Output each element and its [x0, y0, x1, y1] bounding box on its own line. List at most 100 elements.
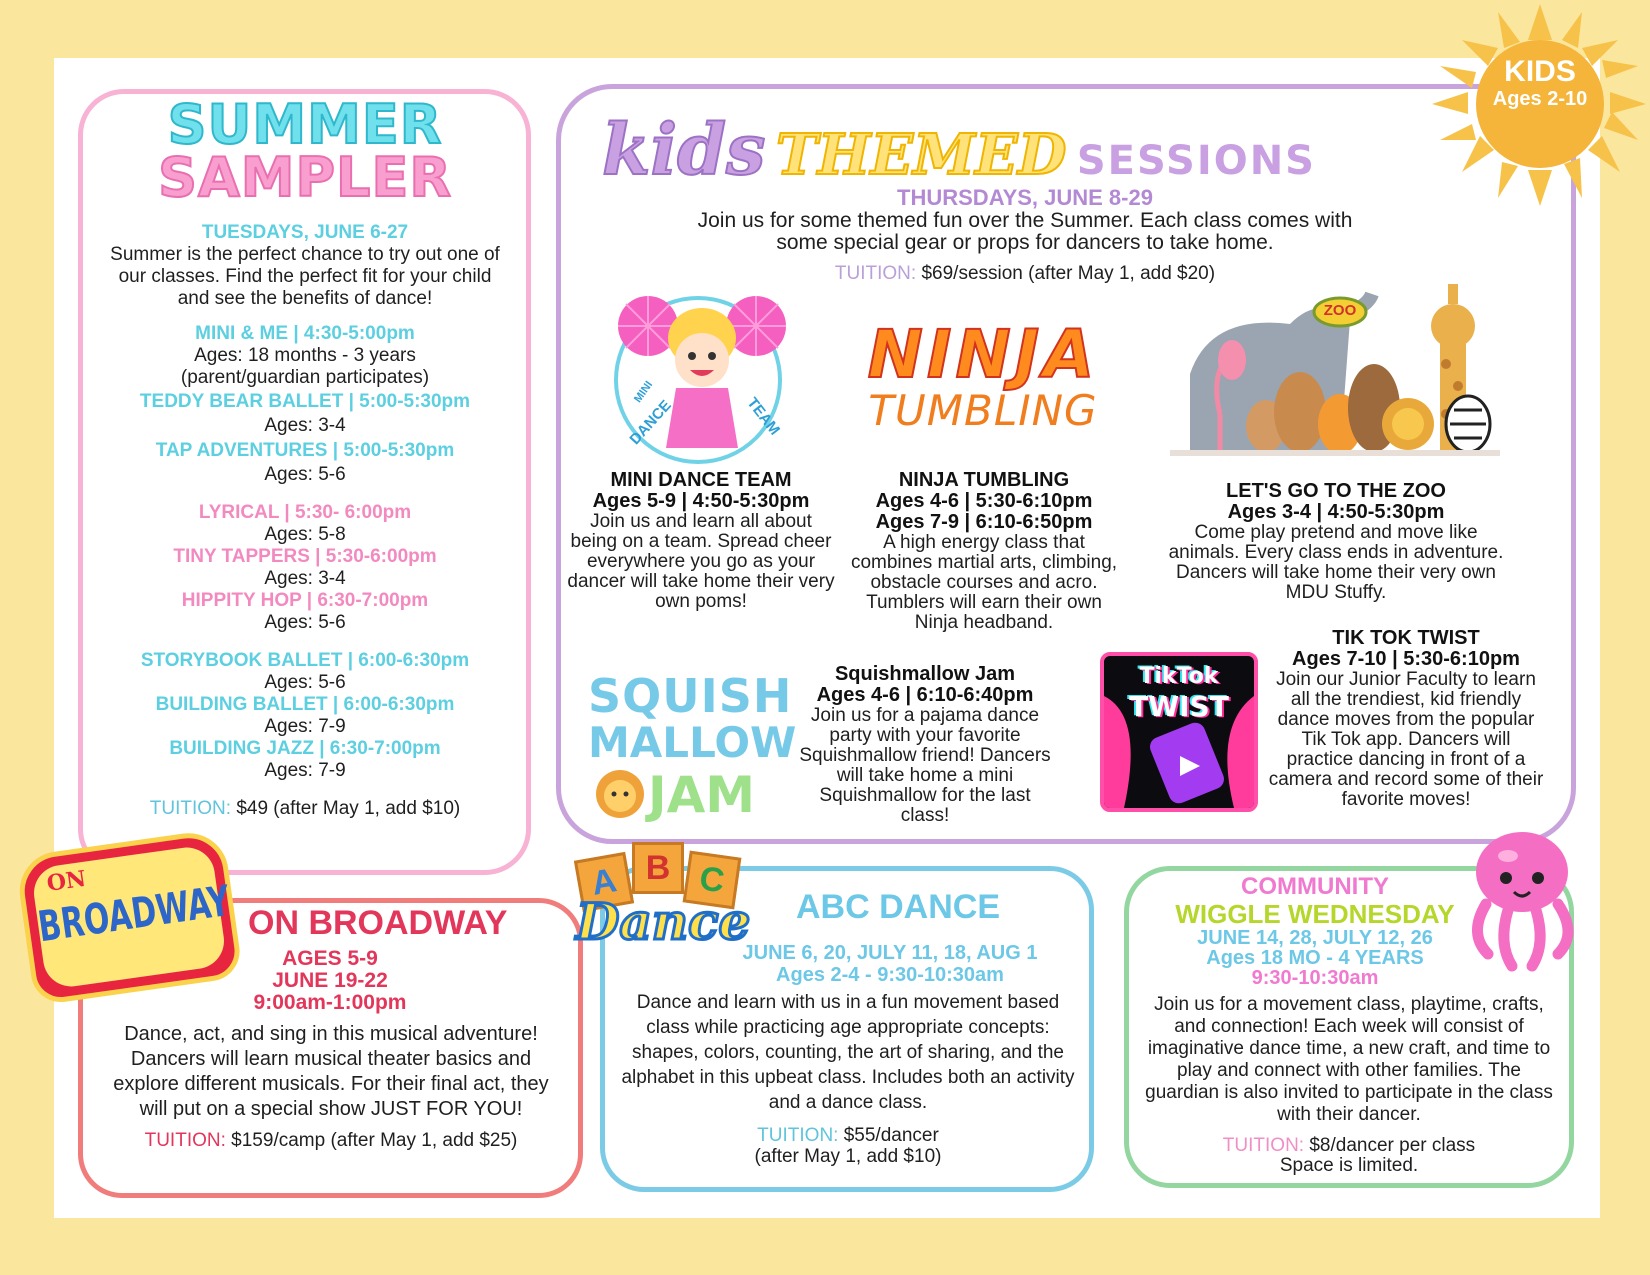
squish-logo-text: SQUISH [588, 669, 793, 723]
summer-title: SUMMER [167, 93, 443, 156]
themed-intro-line1: Join us for some themed fun over the Sum… [697, 209, 1353, 232]
wiggle-heading: COMMUNITY WIGGLE WEDNESDAY JUNE 14, 28, … [1150, 873, 1480, 989]
tiktok-logo-text: TikTok [1139, 664, 1219, 689]
ninja-tumbling-time-1: Ages 4-6 | 5:30-6:10pm [875, 490, 1093, 512]
themed-intro-line2: some special gear or props for dancers t… [776, 231, 1274, 254]
mallow-logo-text: MALLOW [588, 718, 797, 767]
sampler-title: SAMPLER [157, 146, 452, 209]
squishmallow-jam-time: Ages 4-6 | 6:10-6:40pm [816, 684, 1034, 706]
class-ages: Ages: 7-9 [264, 716, 346, 737]
class-mini-and-me: MINI & ME | 4:30-5:00pm [195, 323, 415, 344]
broadway-body: Dance, act, and sing in this musical adv… [96, 1022, 566, 1152]
sessions-title: SESSIONS [1076, 138, 1316, 184]
squishmallow-jam-info: Squishmallow Jam Ages 4-6 | 6:10-6:40pm … [798, 664, 1052, 826]
themed-date: THURSDAYS, JUNE 8-29 [897, 185, 1153, 210]
tiktok-twist-desc: Join our Junior Faculty to learn all the… [1268, 669, 1544, 810]
class-hippity-hop: HIPPITY HOP | 6:30-7:00pm [181, 590, 429, 611]
ninja-tumbling-logo: NINJA TUMBLING [828, 316, 1138, 448]
sun-badge-text: KIDS Ages 2-10 [1476, 55, 1604, 111]
ninja-tumbling-title: NINJA TUMBLING [898, 469, 1070, 491]
zoo-animals-illustration: ZOO [1150, 274, 1510, 464]
tiktok-twist-logo: TikTok TWIST [1100, 652, 1258, 812]
ages-label: Ages 2-10 [1492, 88, 1588, 110]
abc-dance-tuition-note: (after May 1, add $10) [754, 1146, 942, 1167]
sampler-date: TUESDAYS, JUNE 6-27 [201, 222, 409, 243]
broadway-details: AGES 5-9 JUNE 19-22 9:00am-1:00pm [230, 948, 430, 1014]
wiggle-ages: Ages 18 MO - 4 YEARS [1206, 947, 1424, 969]
class-tiny-tappers: TINY TAPPERS | 5:30-6:00pm [173, 546, 437, 567]
class-note: (parent/guardian participates) [180, 367, 430, 388]
zoo-time: Ages 3-4 | 4:50-5:30pm [1227, 501, 1445, 523]
mini-dance-team-desc: Join us and learn all about being on a t… [567, 511, 835, 612]
abc-dance-desc: Dance and learn with us in a fun movemen… [621, 992, 1075, 1113]
class-ages: Ages: 18 months - 3 years [194, 345, 416, 366]
zoo-sign: ZOO [1323, 302, 1357, 319]
broadway-ages: AGES 5-9 [282, 947, 378, 970]
abc-dance-body: Dance and learn with us in a fun movemen… [620, 990, 1076, 1167]
zoo-desc: Come play pretend and move like animals.… [1168, 522, 1504, 603]
themed-heading: kids THEMED SESSIONS [601, 107, 1316, 192]
sampler-intro: Summer is the perfect chance to try out … [110, 244, 500, 309]
squishmallow-jam-desc: Join us for a pajama dance party with yo… [799, 705, 1051, 826]
abc-dance-dates: JUNE 6, 20, JULY 11, 18, AUG 1 [742, 942, 1038, 964]
zoo-title: LET'S GO TO THE ZOO [1226, 480, 1446, 502]
mini-dance-team-time: Ages 5-9 | 4:50-5:30pm [592, 490, 810, 512]
block-b: B [632, 842, 684, 894]
ninja-tumbling-info: NINJA TUMBLING Ages 4-6 | 5:30-6:10pm Ag… [846, 470, 1122, 633]
tumbling-logo-text: TUMBLING [868, 386, 1098, 435]
kids-label: KIDS [1504, 55, 1576, 88]
wiggle-time: 9:30-10:30am [1251, 967, 1379, 989]
abc-dance-schedule: JUNE 6, 20, JULY 11, 18, AUG 1 Ages 2-4 … [700, 942, 1080, 986]
class-ages: Ages: 5-8 [264, 524, 346, 545]
broadway-time: 9:00am-1:00pm [253, 991, 407, 1014]
themed-title: THEMED [775, 121, 1067, 189]
ninja-tumbling-desc: A high energy class that combines martia… [850, 532, 1118, 633]
jam-logo-text: JAM [648, 766, 756, 824]
broadway-desc: Dance, act, and sing in this musical adv… [113, 1023, 549, 1120]
abc-dance-tuition: TUITION: $55/dancer [757, 1125, 939, 1146]
class-lyrical: LYRICAL | 5:30- 6:00pm [198, 502, 412, 523]
class-storybook-ballet: STORYBOOK BALLET | 6:00-6:30pm [140, 650, 470, 671]
class-teddy-bear-ballet: TEDDY BEAR BALLET | 5:00-5:30pm [139, 391, 471, 412]
class-ages: Ages: 5-6 [264, 612, 346, 633]
wiggle-dates: JUNE 14, 28, JULY 12, 26 [1197, 927, 1433, 949]
class-tap-adventures: TAP ADVENTURES | 5:00-5:30pm [155, 440, 455, 461]
jellyfish-illustration [1462, 826, 1582, 976]
twist-logo-text: TWIST [1129, 690, 1229, 723]
wiggle-tuition: TUITION: $8/dancer per class [1222, 1135, 1476, 1156]
class-building-jazz: BUILDING JAZZ | 6:30-7:00pm [169, 738, 441, 759]
sampler-tuition: TUITION: $49 (after May 1, add $10) [149, 798, 461, 819]
class-ages: Ages: 3-4 [264, 568, 346, 589]
broadway-title: ON BROADWAY [248, 904, 508, 942]
community-title: COMMUNITY [1241, 873, 1389, 900]
tiktok-twist-info: TIK TOK TWIST Ages 7-10 | 5:30-6:10pm Jo… [1266, 628, 1546, 810]
mini-dance-team-logo: MINI DANCE TEAM [606, 288, 796, 468]
wiggle-tuition-note: Space is limited. [1279, 1155, 1419, 1176]
squishmallow-jam-logo: SQUISH MALLOW JAM [588, 669, 797, 824]
sun-badge: KIDS Ages 2-10 [1422, 0, 1650, 210]
class-ages: Ages: 5-6 [264, 464, 346, 485]
themed-intro: THURSDAYS, JUNE 8-29 Join us for some th… [590, 186, 1460, 285]
broadway-dates: JUNE 19-22 [272, 969, 388, 992]
abc-dance-title: ABC DANCE [796, 888, 1000, 926]
wiggle-desc: Join us for a movement class, playtime, … [1145, 994, 1553, 1125]
class-ages: Ages: 7-9 [264, 760, 346, 781]
squishmallow-jam-title: Squishmallow Jam [834, 663, 1016, 685]
class-ages: Ages: 5-6 [264, 672, 346, 693]
class-ages: Ages: 3-4 [264, 415, 346, 436]
abc-dance-time: Ages 2-4 - 9:30-10:30am [776, 964, 1004, 986]
broadway-marquee-sign: ON BROADWAY [14, 828, 244, 1006]
wiggle-wednesday-title: WIGGLE WEDNESDAY [1175, 899, 1455, 929]
summer-sampler-heading: SUMMER SAMPLER [120, 93, 490, 209]
kids-title: kids [601, 107, 766, 192]
mini-dance-team-info: MINI DANCE TEAM Ages 5-9 | 4:50-5:30pm J… [566, 470, 836, 612]
class-building-ballet: BUILDING BALLET | 6:00-6:30pm [155, 694, 455, 715]
tiktok-twist-title: TIK TOK TWIST [1332, 627, 1480, 649]
ninja-tumbling-time-2: Ages 7-9 | 6:10-6:50pm [875, 511, 1093, 533]
wiggle-body: Join us for a movement class, playtime, … [1138, 994, 1560, 1176]
tiktok-twist-time: Ages 7-10 | 5:30-6:10pm [1292, 648, 1520, 670]
mini-dance-team-title: MINI DANCE TEAM [610, 469, 792, 491]
broadway-tuition: TUITION: $159/camp (after May 1, add $25… [144, 1130, 518, 1151]
lion-icon [594, 768, 646, 820]
ninja-logo-text: NINJA [867, 316, 1099, 393]
